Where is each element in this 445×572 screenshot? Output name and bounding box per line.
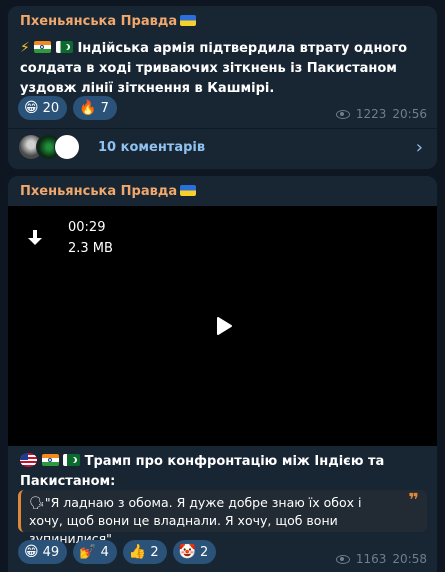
flag-india-icon <box>41 454 59 466</box>
quote-text: "Я ладнаю з обома. Я дуже добре знаю їх … <box>29 495 362 546</box>
reaction-count: 2 <box>150 544 159 560</box>
reaction-grin[interactable]: 😁 49 <box>18 540 68 564</box>
post-text: Трамп про конфронтацію між Індією та Пак… <box>20 452 425 492</box>
reactions-bar: 😁 49 💅 4 👍 2 🤡 2 <box>18 540 217 564</box>
post-body: Індійська армія підтвердила втрату одног… <box>20 41 408 96</box>
reaction-grin[interactable]: 😁 20 <box>18 96 68 120</box>
flag-pakistan-icon <box>55 41 73 53</box>
clown-emoji-icon: 🤡 <box>178 544 197 560</box>
nail-polish-emoji-icon: 💅 <box>79 544 97 560</box>
channel-name-text[interactable]: Пхеньянська Правда <box>20 184 177 199</box>
grin-emoji-icon: 😁 <box>24 100 39 116</box>
channel-name[interactable]: Пхеньянська Правда <box>20 14 197 29</box>
quote-mark-icon: ❞ <box>408 490 419 511</box>
flag-usa-icon <box>20 453 37 467</box>
flag-ukraine-icon <box>180 15 197 26</box>
flag-india-icon <box>34 41 52 53</box>
reaction-count: 4 <box>100 544 109 560</box>
reaction-count: 7 <box>100 100 109 116</box>
reaction-count: 49 <box>42 544 60 560</box>
comments-label[interactable]: 10 коментарів <box>98 140 205 155</box>
view-count: 1163 <box>355 552 387 566</box>
grin-emoji-icon: 😁 <box>24 544 39 560</box>
post-text: ⚡ Індійська армія підтвердила втрату одн… <box>20 38 425 99</box>
lightning-icon: ⚡ <box>20 40 30 56</box>
post-time: 20:56 <box>392 107 427 121</box>
reaction-count: 2 <box>200 544 209 560</box>
post-time: 20:58 <box>392 552 427 566</box>
quote-block: 🗣"Я ладнаю з обома. Я дуже добре знаю їх… <box>18 490 427 546</box>
channel-name[interactable]: Пхеньянська Правда <box>20 184 197 199</box>
reaction-nail-polish[interactable]: 💅 4 <box>73 540 117 564</box>
fire-emoji-icon: 🔥 <box>79 100 97 116</box>
download-icon[interactable] <box>26 228 44 248</box>
play-icon[interactable] <box>215 316 233 336</box>
commenter-avatars <box>18 134 88 160</box>
reactions-bar: 😁 20 🔥 7 <box>18 96 117 120</box>
thumbs-up-emoji-icon: 👍 <box>128 544 147 560</box>
chevron-right-icon[interactable]: › <box>416 137 423 158</box>
view-count: 1223 <box>355 107 387 121</box>
post-meta: 1223 20:56 <box>335 107 427 121</box>
post-meta: 1163 20:58 <box>335 552 427 566</box>
video-duration: 00:29 <box>68 220 106 235</box>
channel-post-2: Пхеньянська Правда 00:29 2.3 MB Трамп пр… <box>8 176 437 572</box>
reaction-thumbs-up[interactable]: 👍 2 <box>122 540 167 564</box>
video-player[interactable]: 00:29 2.3 MB <box>8 206 437 446</box>
reaction-clown[interactable]: 🤡 2 <box>172 540 217 564</box>
channel-name-text[interactable]: Пхеньянська Правда <box>20 14 177 29</box>
flag-ukraine-icon <box>180 185 197 196</box>
video-size: 2.3 MB <box>68 241 113 256</box>
channel-post-1: Пхеньянська Правда ⚡ Індійська армія під… <box>8 6 437 169</box>
comments-button[interactable]: 10 коментарів › <box>8 130 437 164</box>
divider <box>8 128 437 129</box>
avatar <box>54 134 80 160</box>
reaction-count: 20 <box>42 100 60 116</box>
reaction-fire[interactable]: 🔥 7 <box>73 96 117 120</box>
flag-pakistan-icon <box>63 454 81 466</box>
speech-bubble-icon: 🗣 <box>29 495 45 510</box>
eye-icon <box>335 554 350 564</box>
eye-icon <box>335 109 350 119</box>
